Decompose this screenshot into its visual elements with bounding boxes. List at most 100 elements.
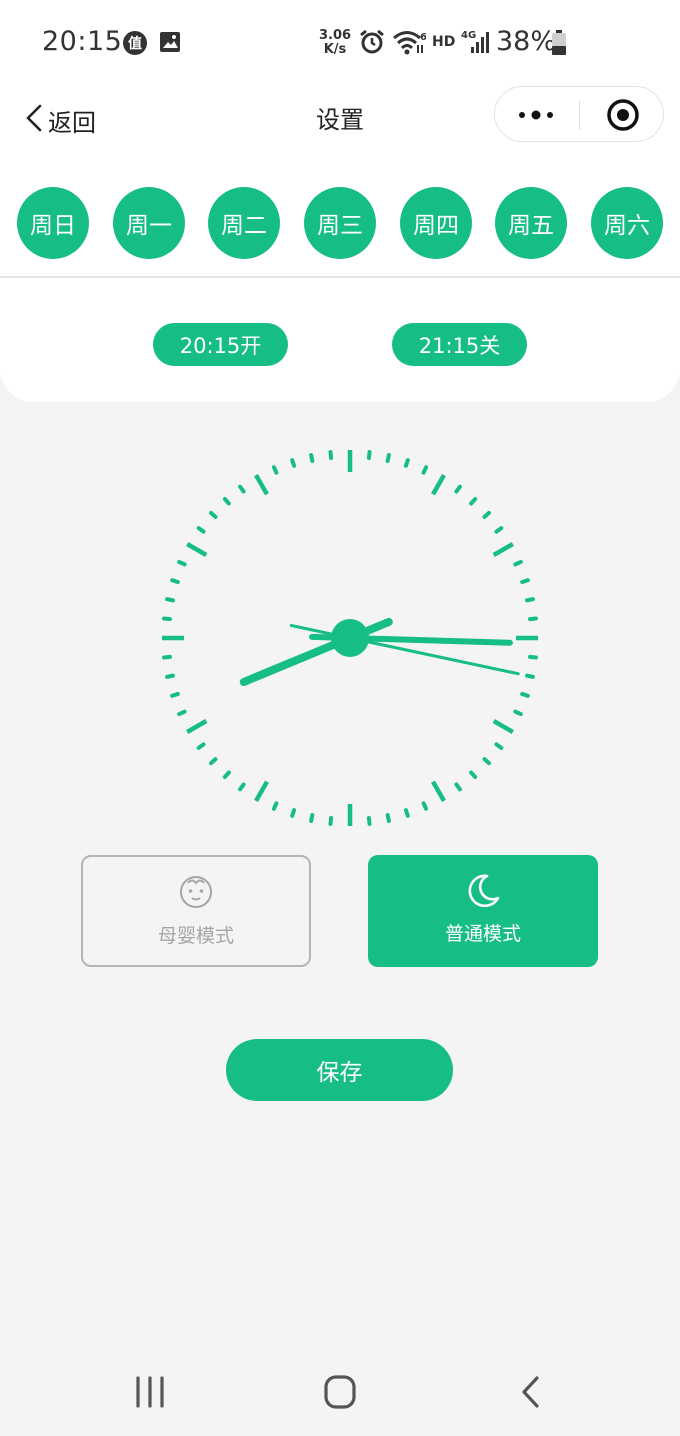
mode-label-baby: 母婴模式 [157,925,234,947]
weekday-selector: 周日 周一 周二 周三 周四 周五 周六 [0,156,680,276]
minute-tick [162,654,172,660]
signal-icon: 4G [461,28,489,60]
minute-tick [482,510,491,519]
day-button-friday[interactable]: 周五 [495,187,567,259]
minute-tick [494,742,504,750]
minute-tick [454,484,462,494]
chevron-left-icon [22,103,44,137]
minute-tick [238,782,246,792]
nav-bar: 返回 设置 [0,86,680,156]
minute-tick [209,510,218,519]
analog-clock [162,450,538,826]
back-label: 返回 [48,108,96,137]
minute-tick [238,484,246,494]
minute-tick [290,458,297,468]
schedule-card: 20:15开 21:15关 [0,278,680,402]
signal-label: 4G [461,30,476,41]
wifi-6-icon: 6 [392,28,427,60]
close-button[interactable] [581,87,665,143]
minute-tick [385,453,391,463]
mini-program-capsule [494,86,664,142]
recents-icon [120,1376,180,1418]
gallery-icon [158,30,182,58]
save-button[interactable]: 保存 [226,1039,453,1101]
svg-text:值: 值 [128,35,142,52]
minute-tick [196,742,206,750]
minute-tick [520,578,530,585]
minute-tick [309,813,315,823]
minute-tick [366,450,372,460]
minute-tick [271,465,279,475]
minute-tick [177,559,187,567]
mode-card-normal[interactable]: 普通模式 [368,855,598,967]
minute-tick [366,816,372,826]
clock-center [331,619,369,657]
more-dots-icon [518,107,554,126]
minute-tick [403,458,410,468]
alarm-icon [358,28,386,60]
minute-tick [165,673,175,679]
minute-tick [421,465,429,475]
minute-tick [513,709,523,717]
mode-card-baby[interactable]: 母婴模式 [81,855,311,967]
network-speed: 3.06 K/s [319,29,351,57]
back-chevron-icon [500,1376,560,1418]
minute-tick [165,597,175,603]
page-title: 设置 [316,106,364,134]
day-button-saturday[interactable]: 周六 [591,187,663,259]
system-back-button[interactable] [500,1370,560,1414]
back-button[interactable]: 返回 [22,98,96,142]
day-button-monday[interactable]: 周一 [113,187,185,259]
system-navigation-bar [0,1346,680,1436]
moon-icon [465,873,501,908]
day-button-tuesday[interactable]: 周二 [208,187,280,259]
home-button[interactable] [310,1370,370,1414]
minute-tick [271,801,279,811]
day-button-wednesday[interactable]: 周三 [304,187,376,259]
status-time: 20:15 [42,26,123,57]
on-time-button[interactable]: 20:15开 [153,323,288,366]
minute-tick [525,673,535,679]
hour-tick [254,474,269,496]
mode-label-normal: 普通模式 [444,923,521,945]
minute-tick [403,808,410,818]
network-speed-value: 3.06 [319,28,352,43]
minute-tick [196,526,206,534]
minute-tick [469,770,478,779]
home-icon [310,1375,370,1418]
minute-tick [513,559,523,567]
minute-tick [525,597,535,603]
minute-tick [421,801,429,811]
battery-icon [551,30,567,60]
minute-tick [222,497,231,506]
hour-tick [431,474,446,496]
minute-tick [177,709,187,717]
network-speed-unit: K/s [323,42,347,57]
hour-tick [186,542,208,557]
capsule-divider [579,100,580,130]
target-close-icon [606,98,640,136]
minute-tick [222,770,231,779]
more-button[interactable] [495,87,579,143]
recents-button[interactable] [120,1370,180,1414]
minute-tick [469,497,478,506]
minute-tick [328,450,334,460]
minute-tick [162,616,172,622]
minute-tick [170,691,180,698]
minute-tick [309,453,315,463]
battery-percent: 38% [496,26,557,57]
baby-face-icon [178,875,214,909]
hour-tick [492,542,514,557]
day-button-thursday[interactable]: 周四 [400,187,472,259]
hour-tick [431,780,446,802]
hour-tick [492,719,514,734]
zhide-app-icon: 值 [122,30,148,60]
minute-tick [528,616,538,622]
day-button-sunday[interactable]: 周日 [17,187,89,259]
minute-tick [385,813,391,823]
minute-tick [209,757,218,766]
off-time-button[interactable]: 21:15关 [392,323,527,366]
hd-label: HD [432,34,456,50]
minute-tick [454,782,462,792]
minute-tick [482,757,491,766]
